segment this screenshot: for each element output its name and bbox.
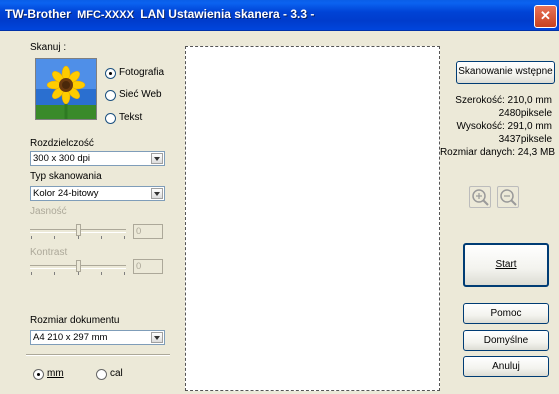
contrast-value[interactable]: 0 <box>133 259 163 274</box>
cancel-button[interactable]: Anuluj <box>463 356 549 377</box>
width-info: Szerokość: 210,0 mm <box>455 95 552 106</box>
resolution-value: 300 x 300 dpi <box>33 153 91 164</box>
scan-mode-label: Typ skanowania <box>30 171 102 182</box>
divider <box>26 354 170 356</box>
scan-type-web-label[interactable]: Sieć Web <box>119 89 162 100</box>
scan-preview-area[interactable] <box>185 46 440 391</box>
height-mm-value: 291,0 mm <box>507 121 552 132</box>
brightness-value[interactable]: 0 <box>133 224 163 239</box>
height-px-value: 3437piksele <box>498 134 552 145</box>
width-label: Szerokość: <box>455 95 505 106</box>
unit-inch-radio[interactable] <box>96 369 107 380</box>
brightness-tick <box>31 236 32 239</box>
brightness-tick <box>54 236 55 239</box>
brightness-tick <box>78 236 79 239</box>
brightness-tick <box>101 236 102 239</box>
height-info: Wysokość: 291,0 mm <box>456 121 552 132</box>
zoom-out-button[interactable] <box>497 186 519 208</box>
document-size-select[interactable]: A4 210 x 297 mm <box>30 330 165 345</box>
document-size-label: Rozmiar dokumentu <box>30 315 120 326</box>
title-prefix: TW-Brother <box>5 7 71 21</box>
scan-type-web-radio[interactable] <box>105 90 116 101</box>
close-button[interactable]: ✕ <box>534 5 557 28</box>
zoom-in-icon <box>472 189 489 206</box>
help-label: Pomoc <box>490 308 522 319</box>
contrast-tick <box>101 272 102 275</box>
defaults-button[interactable]: Domyślne <box>463 330 549 351</box>
width-mm-value: 210,0 mm <box>507 95 552 106</box>
prescan-button[interactable]: Skanowanie wstępne <box>456 61 555 84</box>
contrast-tick <box>124 272 125 275</box>
chevron-down-icon[interactable] <box>151 188 163 199</box>
data-size-label: Rozmiar danych: <box>439 147 515 158</box>
close-icon: ✕ <box>540 8 551 23</box>
prescan-label: Skanowanie wstępne <box>458 66 553 77</box>
resolution-label: Rozdzielczość <box>30 138 94 149</box>
title-model: MFC-XXXX <box>77 9 134 21</box>
brightness-tick <box>124 236 125 239</box>
help-button[interactable]: Pomoc <box>463 303 549 324</box>
scan-mode-select[interactable]: Kolor 24-bitowy <box>30 186 165 201</box>
scan-type-label: Skanuj : <box>30 42 67 53</box>
sunflower-icon <box>36 59 96 119</box>
contrast-label: Kontrast <box>30 247 68 258</box>
window-title: TW-Brother MFC-XXXX LAN Ustawienia skane… <box>5 7 314 21</box>
title-bar[interactable]: TW-Brother MFC-XXXX LAN Ustawienia skane… <box>0 0 559 31</box>
width-px-value: 2480piksele <box>498 108 552 119</box>
defaults-label: Domyślne <box>483 335 529 346</box>
scan-type-text-label[interactable]: Tekst <box>119 112 142 123</box>
scan-type-text-radio[interactable] <box>105 113 116 124</box>
contrast-tick <box>54 272 55 275</box>
height-label: Wysokość: <box>456 121 505 132</box>
data-size-value: 24,3 MB <box>517 147 555 158</box>
photo-preview-image <box>35 58 97 120</box>
brightness-thumb[interactable] <box>76 224 81 236</box>
unit-mm-radio[interactable] <box>33 369 44 380</box>
data-size-info: Rozmiar danych: 24,3 MB <box>440 147 555 158</box>
chevron-down-icon[interactable] <box>151 153 163 164</box>
zoom-in-button[interactable] <box>469 186 491 208</box>
start-button[interactable]: Start <box>463 243 549 287</box>
resolution-select[interactable]: 300 x 300 dpi <box>30 151 165 166</box>
scanner-dialog: TW-Brother MFC-XXXX LAN Ustawienia skane… <box>0 0 559 394</box>
start-label: Start <box>495 259 517 270</box>
scan-type-photo-radio[interactable] <box>105 68 116 79</box>
cancel-label: Anuluj <box>492 361 520 372</box>
document-size-value: A4 210 x 297 mm <box>33 332 108 343</box>
scan-type-photo-label[interactable]: Fotografia <box>119 67 164 78</box>
contrast-tick <box>78 272 79 275</box>
unit-inch-label[interactable]: cal <box>110 368 123 379</box>
unit-mm-label[interactable]: mm <box>47 368 64 379</box>
contrast-thumb[interactable] <box>76 260 81 272</box>
chevron-down-icon[interactable] <box>151 332 163 343</box>
title-suffix: LAN Ustawienia skanera - 3.3 - <box>140 7 315 21</box>
zoom-out-icon <box>500 189 517 206</box>
contrast-tick <box>31 272 32 275</box>
scan-mode-value: Kolor 24-bitowy <box>33 188 99 199</box>
brightness-label: Jasność <box>30 206 67 217</box>
